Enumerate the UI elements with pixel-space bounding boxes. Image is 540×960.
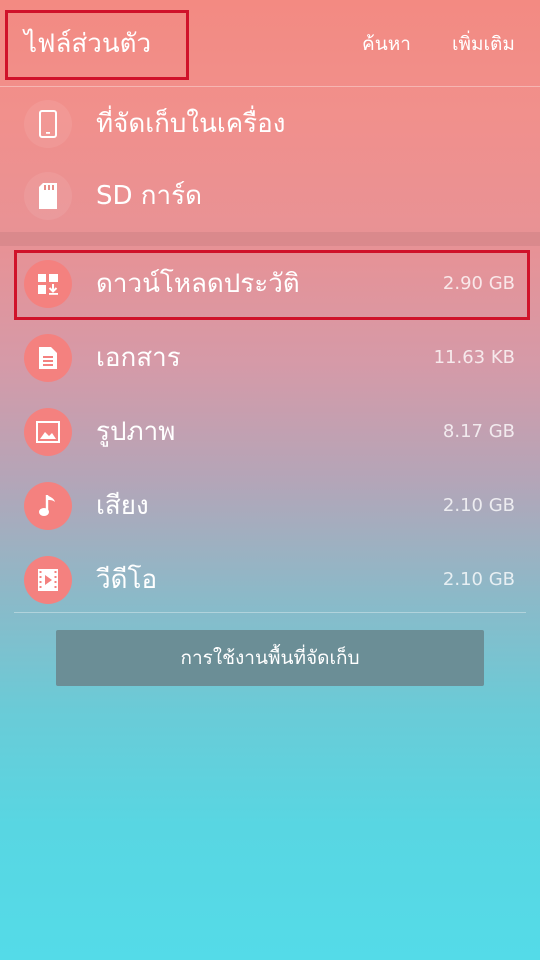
header-divider xyxy=(0,86,540,87)
sd-card-icon xyxy=(24,172,72,220)
document-icon xyxy=(24,334,72,382)
category-label: เอกสาร xyxy=(96,343,181,373)
category-item-images[interactable]: รูปภาพ 8.17 GB xyxy=(0,396,540,468)
category-label: วีดีโอ xyxy=(96,565,158,595)
music-note-icon xyxy=(24,482,72,530)
category-item-audio[interactable]: เสียง 2.10 GB xyxy=(0,470,540,542)
downloads-highlight-box xyxy=(14,250,530,320)
storage-item-label: ที่จัดเก็บในเครื่อง xyxy=(96,109,286,139)
storage-item-sd-card[interactable]: SD การ์ด xyxy=(0,160,540,232)
storage-usage-button[interactable]: การใช้งานพื้นที่จัดเก็บ xyxy=(56,630,484,686)
section-separator xyxy=(0,232,540,246)
video-icon xyxy=(24,556,72,604)
phone-icon xyxy=(24,100,72,148)
page-title: ไฟล์ส่วนตัว xyxy=(24,29,152,59)
more-options-button[interactable]: เพิ่มเติม xyxy=(452,30,515,58)
category-size: 8.17 GB xyxy=(442,421,515,442)
list-divider xyxy=(14,612,526,613)
storage-locations: ที่จัดเก็บในเครื่อง SD การ์ด xyxy=(0,88,540,234)
storage-item-internal[interactable]: ที่จัดเก็บในเครื่อง xyxy=(0,88,540,160)
storage-item-label: SD การ์ด xyxy=(96,181,202,211)
search-button[interactable]: ค้นหา xyxy=(362,30,411,58)
category-item-documents[interactable]: เอกสาร 11.63 KB xyxy=(0,322,540,394)
category-label: เสียง xyxy=(96,491,149,521)
app-header: ไฟล์ส่วนตัว ค้นหา เพิ่มเติม xyxy=(0,0,540,86)
image-icon xyxy=(24,408,72,456)
category-size: 2.10 GB xyxy=(442,569,515,590)
category-label: รูปภาพ xyxy=(96,417,176,447)
category-size: 2.10 GB xyxy=(442,495,515,516)
category-item-videos[interactable]: วีดีโอ 2.10 GB xyxy=(0,544,540,616)
category-size: 11.63 KB xyxy=(433,347,515,368)
